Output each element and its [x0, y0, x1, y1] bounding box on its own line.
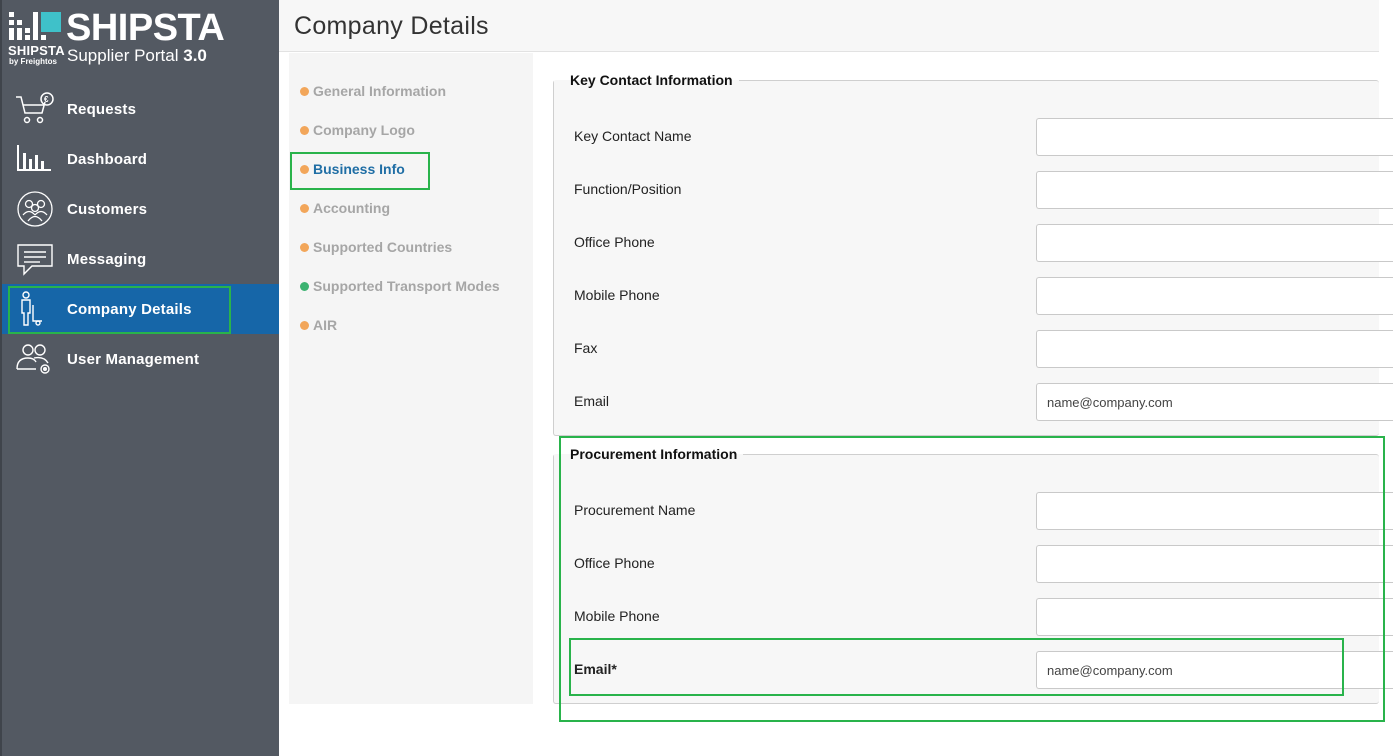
key-contact-panel: Key Contact Information Key Contact Name… — [553, 72, 1393, 436]
highlight-box — [290, 152, 430, 190]
chat-icon — [17, 244, 53, 276]
app-logo[interactable]: SHIPSTA by Freightos SHIPSTA Supplier Po… — [8, 7, 248, 70]
section-link-supported-transport-modes[interactable]: Supported Transport Modes — [289, 268, 533, 304]
brand-small: SHIPSTA — [8, 43, 65, 58]
section-link-label: Supported Transport Modes — [313, 278, 500, 294]
procurement-panel: Procurement Information Procurement Name… — [553, 446, 1393, 704]
svg-text:€: € — [44, 95, 49, 104]
sidebar-item-label: Customers — [67, 200, 148, 218]
customers-icon — [17, 191, 53, 227]
field-label: Mobile Phone — [574, 287, 660, 303]
bar-chart-icon — [17, 145, 51, 171]
status-dot-icon — [300, 281, 309, 291]
sidebar-item-label: Dashboard — [67, 150, 148, 168]
section-link-label: General Information — [313, 83, 447, 99]
status-dot-icon — [300, 203, 309, 213]
form-row: Mobile Phone — [554, 277, 1393, 315]
brand-name: SHIPSTA — [66, 7, 225, 49]
section-link-general-information[interactable]: General Information — [289, 73, 533, 109]
form-row: Mobile Phone — [554, 598, 1393, 636]
field-label: Procurement Name — [574, 502, 696, 518]
fax-input[interactable] — [1036, 330, 1393, 368]
sidebar-item-customers[interactable]: Customers — [2, 184, 279, 234]
field-label: Office Phone — [574, 555, 655, 571]
panel-legend: Procurement Information — [570, 446, 738, 462]
form-row: Office Phone — [554, 224, 1393, 262]
brand-by: by Freightos — [9, 57, 58, 66]
sidebar-nav: € Requests Dashboard Customers Messaging… — [2, 84, 279, 384]
status-dot-icon — [300, 320, 309, 330]
panel-legend: Key Contact Information — [570, 72, 733, 88]
portal-text: Supplier Portal — [67, 46, 179, 65]
office-phone-input[interactable] — [1036, 224, 1393, 262]
key-contact-name-input[interactable] — [1036, 118, 1393, 156]
status-dot-icon — [300, 125, 309, 135]
page-title: Company Details — [294, 12, 489, 40]
sidebar-item-requests[interactable]: € Requests — [2, 84, 279, 134]
section-link-company-logo[interactable]: Company Logo — [289, 112, 533, 148]
section-link-label: Supported Countries — [313, 239, 453, 255]
field-label: Email* — [574, 661, 617, 677]
field-label: Email — [574, 393, 610, 409]
field-label: Fax — [574, 340, 598, 356]
field-label: Office Phone — [574, 234, 655, 250]
mobile-phone-input[interactable] — [1036, 277, 1393, 315]
sidebar-item-messaging[interactable]: Messaging — [2, 234, 279, 284]
procurement-office-phone-input[interactable] — [1036, 545, 1393, 583]
form-row: Function/Position — [554, 171, 1393, 209]
section-link-air[interactable]: AIR — [289, 307, 533, 343]
field-label: Function/Position — [574, 181, 682, 197]
highlight-box — [8, 286, 231, 334]
portal-name: Supplier Portal 3.0 — [67, 46, 207, 66]
form-row: Email* — [554, 651, 1393, 689]
procurement-mobile-phone-input[interactable] — [1036, 598, 1393, 636]
form-row: Fax — [554, 330, 1393, 368]
status-dot-icon — [300, 86, 309, 96]
procurement-email-field[interactable] — [1036, 651, 1393, 689]
field-label: Key Contact Name — [574, 128, 692, 144]
sidebar-item-dashboard[interactable]: Dashboard — [2, 134, 279, 184]
form-row: Email — [554, 383, 1393, 421]
sidebar-item-user-management[interactable]: User Management — [2, 334, 279, 384]
form-row: Key Contact Name — [554, 118, 1393, 156]
procurement-name-input[interactable] — [1036, 492, 1393, 530]
section-nav: General Information Company Logo Busines… — [289, 53, 533, 704]
status-dot-icon — [300, 242, 309, 252]
email-field[interactable] — [1036, 383, 1393, 421]
section-link-accounting[interactable]: Accounting — [289, 190, 533, 226]
section-link-label: Company Logo — [313, 122, 415, 138]
users-gear-icon — [16, 344, 50, 374]
section-link-supported-countries[interactable]: Supported Countries — [289, 229, 533, 265]
page-header: Company Details — [279, 0, 1379, 52]
main-content: Company Details General Information Comp… — [279, 0, 1393, 756]
form-row: Office Phone — [554, 545, 1393, 583]
sidebar-item-label: Requests — [67, 100, 137, 118]
section-link-label: AIR — [313, 317, 338, 333]
portal-version: 3.0 — [183, 46, 207, 65]
field-label: Mobile Phone — [574, 608, 660, 624]
sidebar: SHIPSTA by Freightos SHIPSTA Supplier Po… — [0, 0, 279, 756]
section-link-label: Accounting — [313, 200, 390, 216]
sidebar-item-label: User Management — [67, 350, 200, 368]
logo-mark-icon — [9, 12, 61, 40]
sidebar-item-label: Messaging — [67, 250, 147, 268]
function-position-input[interactable] — [1036, 171, 1393, 209]
form-row: Procurement Name — [554, 492, 1393, 530]
sidebar-item-company-details[interactable]: Company Details — [2, 284, 279, 334]
cart-euro-icon: € — [16, 92, 54, 124]
